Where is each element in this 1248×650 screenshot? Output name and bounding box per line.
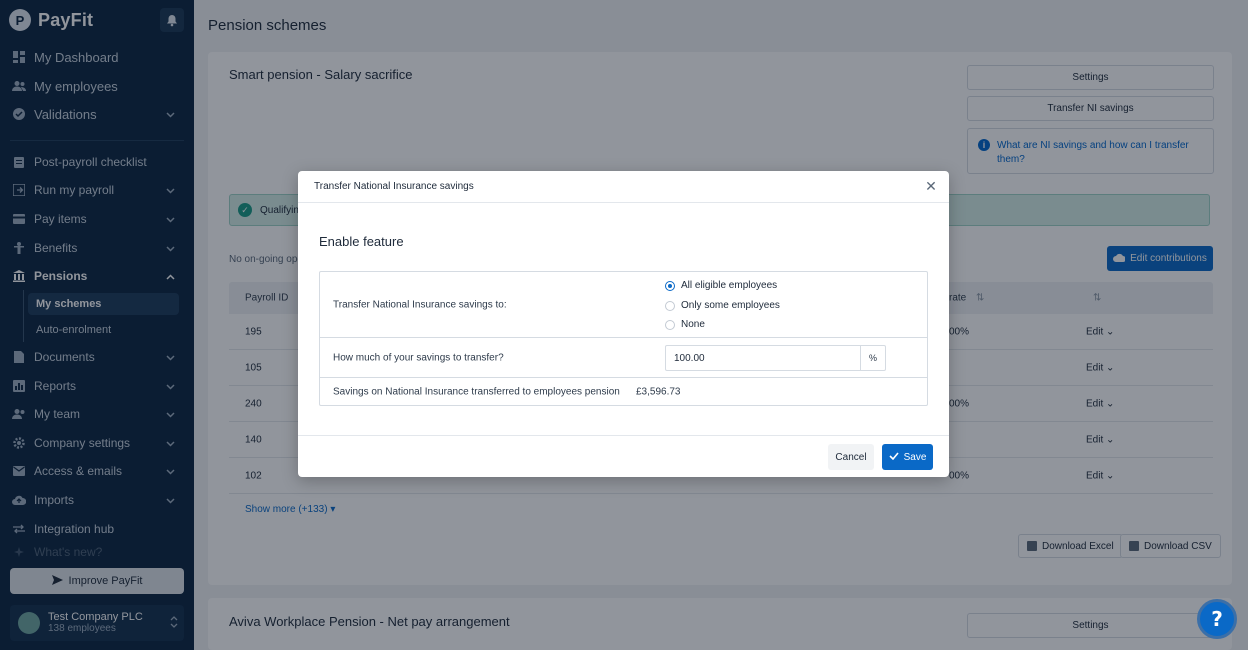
transfer-amount-row: How much of your savings to transfer? %	[320, 338, 927, 378]
transfer-ni-savings-modal: Transfer National Insurance savings ✕ En…	[298, 171, 949, 477]
radio-only-some[interactable]: Only some employees	[665, 300, 780, 311]
percent-suffix: %	[861, 345, 886, 371]
radio-button[interactable]	[665, 319, 675, 330]
modal-heading: Enable feature	[319, 234, 404, 249]
save-button[interactable]: Save	[882, 444, 933, 470]
transfer-amount-label: How much of your savings to transfer?	[333, 352, 504, 363]
radio-button[interactable]	[665, 300, 675, 311]
radio-button-selected[interactable]	[665, 280, 675, 291]
save-label: Save	[903, 451, 927, 463]
modal-header: Transfer National Insurance savings ✕	[298, 171, 949, 203]
help-button[interactable]: ?	[1197, 599, 1237, 639]
cancel-button[interactable]: Cancel	[828, 444, 874, 470]
radio-none[interactable]: None	[665, 319, 705, 330]
modal-title: Transfer National Insurance savings	[314, 181, 474, 192]
close-icon[interactable]: ✕	[923, 179, 939, 195]
checkmark-icon	[889, 451, 899, 463]
radio-all-eligible[interactable]: All eligible employees	[665, 280, 777, 291]
savings-row: Savings on National Insurance transferre…	[320, 378, 927, 405]
savings-amount: £3,596.73	[636, 386, 681, 397]
transfer-form: Transfer National Insurance savings to: …	[319, 271, 928, 406]
savings-label: Savings on National Insurance transferre…	[333, 386, 620, 397]
percent-input[interactable]	[665, 345, 861, 371]
transfer-target-row: Transfer National Insurance savings to: …	[320, 272, 927, 338]
transfer-target-label: Transfer National Insurance savings to:	[333, 299, 507, 310]
